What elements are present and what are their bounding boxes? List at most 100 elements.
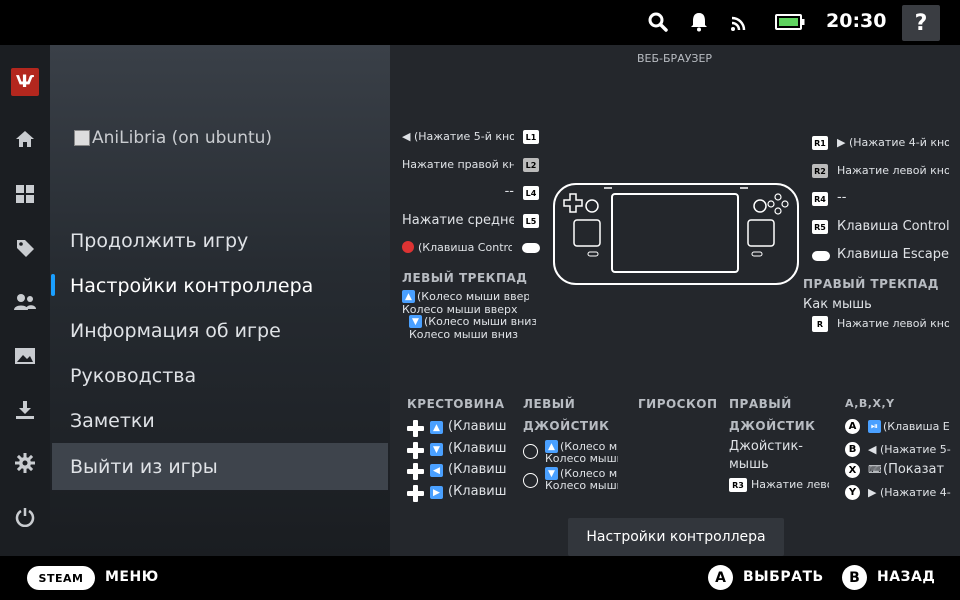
r2-action: Нажатие левой кноп	[837, 164, 949, 177]
r3-badge: R3	[729, 478, 747, 492]
game-title: AniLibria (on ubuntu)	[74, 128, 272, 148]
right-trackpad-click-badge: R	[812, 316, 828, 332]
menu-badge-icon	[812, 251, 830, 261]
a-button-icon[interactable]: A	[708, 565, 733, 590]
right-stick-mode: Джойстик-	[729, 439, 803, 454]
y-badge: Y	[845, 485, 860, 500]
menu-hint: МЕНЮ	[105, 569, 159, 585]
broken-image-icon	[74, 130, 90, 146]
app-logo-icon[interactable]: Ѱ	[11, 68, 39, 96]
a-badge: A	[845, 419, 860, 434]
r4-action: --	[837, 190, 847, 205]
menu-item-label: Продолжить игру	[70, 230, 249, 252]
tag-icon[interactable]	[0, 228, 50, 268]
help-button[interactable]: ?	[902, 5, 940, 41]
l5-action: Нажатие средней	[402, 213, 514, 228]
battery-icon[interactable]	[775, 10, 805, 34]
l1-badge: L1	[523, 130, 539, 144]
left-trackpad-up: (Колесо мыши вверх)	[417, 290, 529, 303]
search-icon[interactable]	[646, 10, 670, 34]
right-stick-click: Нажатие лево	[751, 478, 829, 491]
media-icon[interactable]	[0, 336, 50, 376]
right-stick-title-2: ДЖОЙСТИК	[729, 419, 816, 433]
abxy-title: A,B,X,Y	[845, 397, 895, 410]
controller-diagram	[553, 183, 799, 285]
menu-action: Клавиша Escape	[837, 247, 949, 262]
x-action: (Показат	[883, 462, 945, 477]
l4-action: --	[504, 184, 514, 199]
right-trackpad-mode: Как мышь	[803, 297, 872, 312]
layout-header: ВЕБ-БРАУЗЕР	[637, 52, 713, 65]
b-badge: B	[845, 442, 860, 457]
game-title-text: AniLibria (on ubuntu)	[92, 128, 273, 148]
joystick-down-icon	[523, 473, 538, 488]
cast-icon[interactable]	[728, 10, 752, 34]
keyboard-icon: ⌨	[868, 463, 881, 476]
steam-button[interactable]: STEAM	[27, 566, 95, 590]
right-trackpad-click: Нажатие левой кноп	[837, 317, 949, 330]
right-stick-mode-2: мышь	[729, 457, 769, 472]
menu-item-notes[interactable]: Заметки	[52, 398, 388, 444]
right-trackpad-title: ПРАВЫЙ ТРЕКПАД	[803, 277, 939, 291]
controller-layout-panel: ВЕБ-БРАУЗЕР ◀ (Нажатие 5-й кноп L1 Нажат…	[390, 45, 960, 556]
power-icon[interactable]	[0, 497, 50, 537]
a-action: (Клавиша Е	[883, 420, 950, 433]
dpad-right-action: (Клавиш	[448, 484, 506, 499]
downloads-icon[interactable]	[0, 390, 50, 430]
menu-item-guides[interactable]: Руководства	[52, 353, 388, 399]
library-icon[interactable]	[0, 174, 50, 214]
y-action: ▶ (Нажатие 4-	[868, 486, 951, 499]
menu-item-label: Руководства	[70, 365, 197, 387]
clock: 20:30	[826, 10, 887, 32]
left-trackpad-down-label: Колесо мыши вниз	[409, 328, 518, 341]
b-button-icon[interactable]: B	[842, 565, 867, 590]
r1-badge: R1	[812, 136, 828, 150]
l5-badge: L5	[523, 214, 539, 228]
menu-item-label: Заметки	[70, 410, 155, 432]
r4-badge: R4	[812, 192, 828, 206]
back-hint: НАЗАД	[877, 569, 936, 585]
x-badge: X	[845, 463, 860, 478]
menu-item-label: Информация об игре	[70, 320, 281, 342]
menu-item-label: Настройки контроллера	[70, 275, 314, 297]
gyro-title: ГИРОСКОП	[638, 397, 718, 411]
l2-badge: L2	[523, 158, 539, 172]
menu-item-controller-settings[interactable]: Настройки контроллера	[52, 263, 388, 309]
bottom-bar: STEAM МЕНЮ A ВЫБРАТЬ B НАЗАД	[0, 556, 960, 600]
dpad-down-action: (Клавиш	[448, 441, 506, 456]
settings-icon[interactable]	[0, 443, 50, 483]
menu-item-exit-game[interactable]: Выйти из игры	[52, 443, 388, 490]
dpad-up-action: (Клавиш	[448, 419, 506, 434]
controller-settings-button[interactable]: Настройки контроллера	[568, 518, 784, 556]
arrow-up-icon: ▲	[402, 290, 415, 303]
r2-badge: R2	[812, 164, 828, 178]
left-stick-title: ЛЕВЫЙ	[523, 397, 576, 411]
b-action: ◀ (Нажатие 5-	[868, 443, 951, 456]
home-icon[interactable]	[0, 119, 50, 159]
dpad-icon	[407, 420, 424, 437]
view-action: (Клавиша Control)	[418, 241, 512, 254]
arrow-down-icon: ▼	[409, 315, 422, 328]
play-pause-icon: ⏯	[868, 420, 881, 433]
r1-action: ▶ (Нажатие 4-й кноп	[837, 136, 949, 149]
friends-icon[interactable]	[0, 282, 50, 322]
right-stick-title: ПРАВЫЙ	[729, 397, 792, 411]
top-bar: 20:30 ?	[0, 0, 960, 45]
side-rail: Ѱ	[0, 45, 50, 556]
left-trackpad-title: ЛЕВЫЙ ТРЕКПАД	[402, 271, 528, 285]
arrow-left-icon: ◀	[430, 464, 443, 477]
menu-item-resume[interactable]: Продолжить игру	[52, 218, 388, 264]
r5-badge: R5	[812, 220, 828, 234]
l4-badge: L4	[523, 186, 539, 200]
game-menu-panel: AniLibria (on ubuntu) Продолжить игру На…	[50, 45, 390, 556]
dpad-title: КРЕСТОВИНА	[407, 397, 505, 411]
arrow-down-icon: ▼	[430, 443, 443, 456]
arrow-up-icon: ▲	[430, 421, 443, 434]
view-button-icon	[402, 241, 414, 253]
l1-action: ◀ (Нажатие 5-й кноп	[402, 130, 514, 143]
bell-icon[interactable]	[687, 10, 711, 34]
dpad-icon	[407, 463, 424, 480]
r5-action: Клавиша Control	[837, 219, 950, 234]
arrow-right-icon: ▶	[430, 486, 443, 499]
menu-item-game-info[interactable]: Информация об игре	[52, 308, 388, 354]
